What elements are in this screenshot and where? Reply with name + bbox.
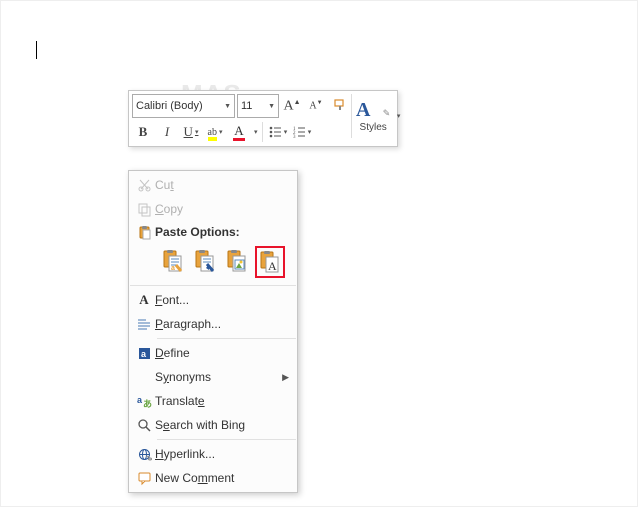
menu-cut: Cut (129, 173, 297, 197)
paste-options-label: Paste Options: (155, 225, 240, 239)
menu-cut-label: Cut (155, 178, 174, 192)
menu-copy-label: Copy (155, 202, 183, 216)
styles-label: Styles (360, 122, 387, 133)
hyperlink-icon (133, 447, 155, 462)
submenu-arrow-icon: ▶ (282, 372, 289, 383)
svg-text:3: 3 (293, 135, 296, 139)
scissors-icon (133, 178, 155, 193)
menu-translate[interactable]: aあ Translate (129, 389, 297, 413)
italic-button[interactable]: I (156, 121, 178, 143)
separator (130, 285, 296, 286)
chevron-down-icon: ▾ (397, 112, 401, 120)
shrink-font-button[interactable]: A▼ (305, 95, 327, 117)
paste-keep-source-button[interactable]: a (159, 246, 187, 276)
underline-button[interactable]: U▾ (180, 121, 202, 143)
menu-paragraph-label: Paragraph... (155, 317, 221, 331)
chevron-down-icon: ▼ (224, 103, 231, 110)
menu-define-label: Define (155, 346, 190, 360)
numbering-icon: 1 2 3 (292, 125, 306, 139)
font-color-button[interactable]: A (228, 121, 250, 143)
menu-search-bing[interactable]: Search with Bing (129, 413, 297, 437)
grow-font-button[interactable]: A▲ (281, 95, 303, 117)
text-cursor (36, 41, 37, 59)
menu-translate-label: Translate (155, 394, 205, 408)
svg-text:a: a (171, 265, 175, 272)
format-painter-icon (332, 98, 348, 114)
bullets-button[interactable]: ▾ (267, 121, 289, 143)
context-menu: Cut Copy Paste Options: a A A Font... (128, 170, 298, 493)
paste-merge-button[interactable] (191, 246, 219, 276)
menu-paragraph[interactable]: Paragraph... (129, 312, 297, 336)
paste-text-only-button[interactable]: A (255, 246, 285, 278)
svg-text:A: A (268, 259, 277, 273)
numbering-button[interactable]: 1 2 3 ▾ (291, 121, 313, 143)
paste-options-header: Paste Options: (129, 221, 297, 243)
menu-font-label: Font... (155, 293, 189, 307)
menu-hyperlink[interactable]: Hyperlink... (129, 442, 297, 466)
comment-icon (133, 471, 155, 486)
brush-icon: ✎ (383, 108, 391, 118)
translate-icon: aあ (133, 394, 155, 409)
styles-icon: A (356, 99, 370, 121)
mini-toolbar: Calibri (Body) ▼ 11 ▼ A▲ A▼ B I U▾ ab (128, 90, 398, 147)
font-name-value: Calibri (Body) (136, 100, 203, 112)
copy-icon (133, 202, 155, 217)
paste-picture-icon (226, 249, 248, 273)
highlight-color-button[interactable]: ab ▾ (204, 121, 226, 143)
format-painter-button[interactable] (329, 95, 351, 117)
bold-button[interactable]: B (132, 121, 154, 143)
paragraph-icon (133, 318, 155, 331)
paste-merge-icon (194, 249, 216, 273)
svg-text:あ: あ (143, 399, 152, 409)
separator (262, 122, 263, 142)
font-size-select[interactable]: 11 ▼ (237, 94, 279, 118)
paste-keep-source-icon: a (162, 249, 184, 273)
menu-font[interactable]: A Font... (129, 288, 297, 312)
paste-options-row: a A (129, 243, 297, 283)
paste-text-only-icon: A (259, 250, 281, 274)
separator (157, 338, 296, 339)
menu-new-comment-label: New Comment (155, 471, 234, 485)
paste-picture-button[interactable] (223, 246, 251, 276)
separator (157, 439, 296, 440)
menu-search-bing-label: Search with Bing (155, 418, 245, 432)
bullets-icon (268, 125, 282, 139)
menu-synonyms-label: Synonyms (155, 370, 211, 384)
menu-define[interactable]: a Define (129, 341, 297, 365)
menu-new-comment[interactable]: New Comment (129, 466, 297, 490)
menu-synonyms[interactable]: Synonyms ▶ (129, 365, 297, 389)
font-icon: A (133, 292, 155, 308)
chevron-down-icon: ▼ (268, 103, 275, 110)
styles-button[interactable]: A ✎ ▾ Styles (351, 94, 394, 138)
font-size-value: 11 (241, 100, 252, 112)
clipboard-icon (133, 225, 155, 240)
menu-copy: Copy (129, 197, 297, 221)
chevron-down-icon[interactable]: ▾ (254, 128, 258, 136)
define-icon: a (133, 346, 155, 361)
font-name-select[interactable]: Calibri (Body) ▼ (132, 94, 235, 118)
search-icon (133, 418, 155, 433)
menu-hyperlink-label: Hyperlink... (155, 447, 215, 461)
